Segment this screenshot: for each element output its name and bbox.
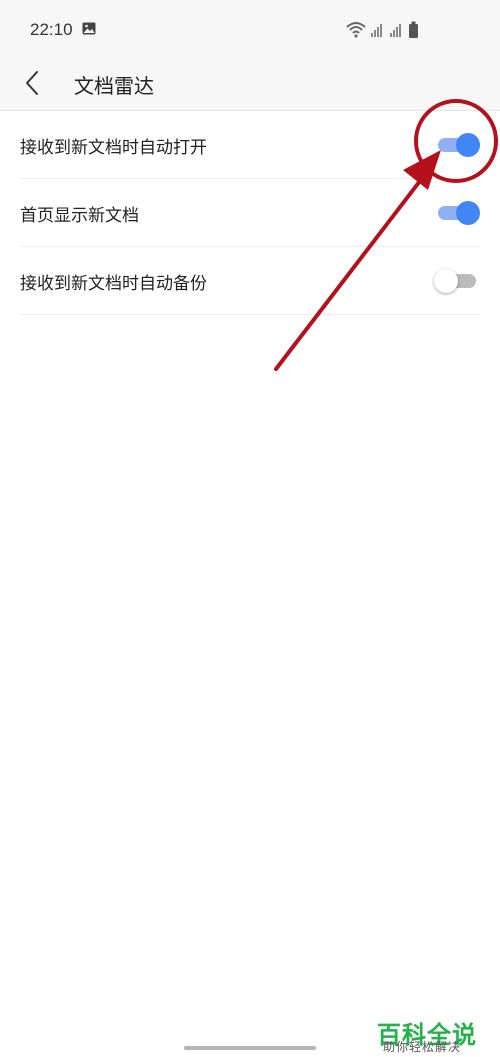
toggle-thumb [434,269,458,293]
app-bar: 文档雷达 [0,60,500,111]
setting-label: 接收到新文档时自动打开 [20,138,207,158]
setting-auto-open: 接收到新文档时自动打开 [20,111,480,179]
home-indicator [184,1046,316,1050]
page-title: 文档雷达 [74,74,154,98]
watermark-subtitle: 助你轻松解决 [383,1040,462,1054]
auto-open-toggle[interactable] [434,133,480,157]
signal-icon [390,24,401,37]
setting-label: 首页显示新文档 [20,206,139,226]
wifi-icon [346,22,366,38]
setting-auto-backup: 接收到新文档时自动备份 [20,247,480,315]
status-icons [346,21,418,38]
back-button[interactable] [18,68,48,98]
status-bar: 22:10 [0,0,500,60]
auto-backup-toggle[interactable] [434,269,480,293]
signal-icon [371,24,382,37]
toggle-thumb [456,201,480,225]
show-on-home-toggle[interactable] [434,201,480,225]
status-time: 22:10 [30,20,73,39]
setting-label: 接收到新文档时自动备份 [20,274,207,294]
chevron-left-icon [26,71,38,95]
settings-list: 接收到新文档时自动打开 首页显示新文档 接收到新文档时自动备份 [0,111,500,315]
battery-icon [409,21,418,38]
toggle-thumb [456,133,480,157]
setting-show-on-home: 首页显示新文档 [20,179,480,247]
gallery-icon [82,22,96,35]
